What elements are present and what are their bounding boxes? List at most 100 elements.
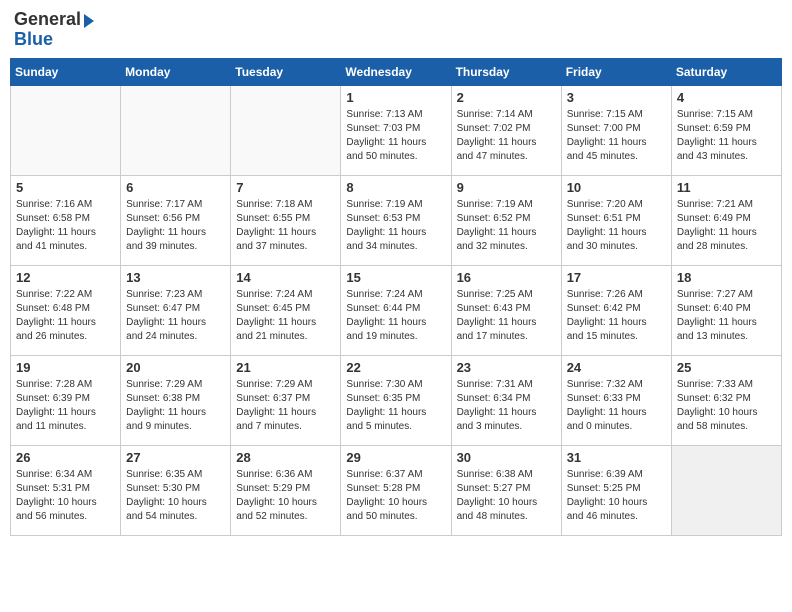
day-number: 22 (346, 360, 445, 375)
header-friday: Friday (561, 58, 671, 85)
logo-arrow-icon (84, 14, 94, 28)
calendar-cell: 16 Sunrise: 7:25 AM Sunset: 6:43 PM Dayli… (451, 265, 561, 355)
day-number: 23 (457, 360, 556, 375)
day-info: Sunrise: 7:24 AM Sunset: 6:44 PM Dayligh… (346, 288, 445, 344)
day-info: Sunrise: 6:37 AM Sunset: 5:28 PM Dayligh… (346, 468, 445, 524)
calendar-cell: 5Sunrise: 7:16 AM Sunset: 6:58 PM Daylig… (11, 175, 121, 265)
calendar-cell: 18 Sunrise: 7:27 AM Sunset: 6:40 PM Dayli… (671, 265, 781, 355)
calendar-cell: 23 Sunrise: 7:31 AM Sunset: 6:34 PM Dayli… (451, 355, 561, 445)
day-number: 18 (677, 270, 776, 285)
day-number: 30 (457, 450, 556, 465)
header-thursday: Thursday (451, 58, 561, 85)
day-info: Sunrise: 6:38 AM Sunset: 5:27 PM Dayligh… (457, 468, 556, 524)
calendar-cell: 25 Sunrise: 7:33 AM Sunset: 6:32 PM Dayli… (671, 355, 781, 445)
day-info: Sunrise: 7:15 AM Sunset: 7:00 PM Dayligh… (567, 108, 666, 164)
calendar-cell: 28 Sunrise: 6:36 AM Sunset: 5:29 PM Dayli… (231, 445, 341, 535)
calendar-cell: 7 Sunrise: 7:18 AM Sunset: 6:55 PM Daylig… (231, 175, 341, 265)
day-info: Sunrise: 7:18 AM Sunset: 6:55 PM Dayligh… (236, 198, 335, 254)
day-number: 19 (16, 360, 115, 375)
page-header: General Blue (10, 10, 782, 50)
day-info: Sunrise: 7:20 AM Sunset: 6:51 PM Dayligh… (567, 198, 666, 254)
day-info: Sunrise: 6:34 AM Sunset: 5:31 PM Dayligh… (16, 468, 115, 524)
day-number: 17 (567, 270, 666, 285)
calendar-cell: 11 Sunrise: 7:21 AM Sunset: 6:49 PM Dayli… (671, 175, 781, 265)
day-info: Sunrise: 7:24 AM Sunset: 6:45 PM Dayligh… (236, 288, 335, 344)
day-number: 12 (16, 270, 115, 285)
day-number: 16 (457, 270, 556, 285)
day-number: 4 (677, 90, 776, 105)
day-number: 3 (567, 90, 666, 105)
day-info: Sunrise: 7:19 AM Sunset: 6:52 PM Dayligh… (457, 198, 556, 254)
header-sunday: Sunday (11, 58, 121, 85)
day-number: 5 (16, 180, 115, 195)
calendar-cell: 9Sunrise: 7:19 AM Sunset: 6:52 PM Daylig… (451, 175, 561, 265)
day-number: 11 (677, 180, 776, 195)
week-row-3: 12Sunrise: 7:22 AM Sunset: 6:48 PM Dayli… (11, 265, 782, 355)
day-info: Sunrise: 7:23 AM Sunset: 6:47 PM Dayligh… (126, 288, 225, 344)
calendar-cell: 30 Sunrise: 6:38 AM Sunset: 5:27 PM Dayli… (451, 445, 561, 535)
day-info: Sunrise: 7:19 AM Sunset: 6:53 PM Dayligh… (346, 198, 445, 254)
day-number: 2 (457, 90, 556, 105)
day-number: 15 (346, 270, 445, 285)
day-info: Sunrise: 6:35 AM Sunset: 5:30 PM Dayligh… (126, 468, 225, 524)
logo-blue: Blue (14, 30, 94, 50)
day-number: 29 (346, 450, 445, 465)
day-info: Sunrise: 7:27 AM Sunset: 6:40 PM Dayligh… (677, 288, 776, 344)
calendar-cell: 21 Sunrise: 7:29 AM Sunset: 6:37 PM Dayli… (231, 355, 341, 445)
day-number: 7 (236, 180, 335, 195)
calendar-cell: 12Sunrise: 7:22 AM Sunset: 6:48 PM Dayli… (11, 265, 121, 355)
calendar-cell: 8 Sunrise: 7:19 AM Sunset: 6:53 PM Daylig… (341, 175, 451, 265)
day-number: 25 (677, 360, 776, 375)
day-number: 14 (236, 270, 335, 285)
day-info: Sunrise: 7:29 AM Sunset: 6:37 PM Dayligh… (236, 378, 335, 434)
day-number: 20 (126, 360, 225, 375)
calendar-cell: 3 Sunrise: 7:15 AM Sunset: 7:00 PM Daylig… (561, 85, 671, 175)
day-info: Sunrise: 7:15 AM Sunset: 6:59 PM Dayligh… (677, 108, 776, 164)
day-info: Sunrise: 7:21 AM Sunset: 6:49 PM Dayligh… (677, 198, 776, 254)
day-info: Sunrise: 7:33 AM Sunset: 6:32 PM Dayligh… (677, 378, 776, 434)
calendar-cell: 4 Sunrise: 7:15 AM Sunset: 6:59 PM Daylig… (671, 85, 781, 175)
header-tuesday: Tuesday (231, 58, 341, 85)
day-info: Sunrise: 7:31 AM Sunset: 6:34 PM Dayligh… (457, 378, 556, 434)
calendar-cell: 27 Sunrise: 6:35 AM Sunset: 5:30 PM Dayli… (121, 445, 231, 535)
week-row-1: 1 Sunrise: 7:13 AM Sunset: 7:03 PM Daylig… (11, 85, 782, 175)
day-info: Sunrise: 7:17 AM Sunset: 6:56 PM Dayligh… (126, 198, 225, 254)
day-number: 27 (126, 450, 225, 465)
calendar-cell: 20 Sunrise: 7:29 AM Sunset: 6:38 PM Dayli… (121, 355, 231, 445)
logo: General Blue (14, 10, 94, 50)
header-saturday: Saturday (671, 58, 781, 85)
calendar-cell: 13 Sunrise: 7:23 AM Sunset: 6:47 PM Dayli… (121, 265, 231, 355)
day-number: 8 (346, 180, 445, 195)
calendar-cell: 14 Sunrise: 7:24 AM Sunset: 6:45 PM Dayli… (231, 265, 341, 355)
calendar-cell: 24Sunrise: 7:32 AM Sunset: 6:33 PM Dayli… (561, 355, 671, 445)
day-info: Sunrise: 7:32 AM Sunset: 6:33 PM Dayligh… (567, 378, 666, 434)
day-info: Sunrise: 7:29 AM Sunset: 6:38 PM Dayligh… (126, 378, 225, 434)
day-info: Sunrise: 7:28 AM Sunset: 6:39 PM Dayligh… (16, 378, 115, 434)
day-number: 21 (236, 360, 335, 375)
day-info: Sunrise: 7:26 AM Sunset: 6:42 PM Dayligh… (567, 288, 666, 344)
calendar-cell: 26Sunrise: 6:34 AM Sunset: 5:31 PM Dayli… (11, 445, 121, 535)
day-number: 31 (567, 450, 666, 465)
day-info: Sunrise: 7:25 AM Sunset: 6:43 PM Dayligh… (457, 288, 556, 344)
day-number: 28 (236, 450, 335, 465)
day-number: 6 (126, 180, 225, 195)
calendar-cell: 29 Sunrise: 6:37 AM Sunset: 5:28 PM Dayli… (341, 445, 451, 535)
calendar-cell: 15 Sunrise: 7:24 AM Sunset: 6:44 PM Dayli… (341, 265, 451, 355)
calendar-cell: 2 Sunrise: 7:14 AM Sunset: 7:02 PM Daylig… (451, 85, 561, 175)
logo-general: General (14, 10, 81, 30)
calendar-cell: 1 Sunrise: 7:13 AM Sunset: 7:03 PM Daylig… (341, 85, 451, 175)
week-row-2: 5Sunrise: 7:16 AM Sunset: 6:58 PM Daylig… (11, 175, 782, 265)
calendar-cell: 10Sunrise: 7:20 AM Sunset: 6:51 PM Dayli… (561, 175, 671, 265)
day-info: Sunrise: 7:14 AM Sunset: 7:02 PM Dayligh… (457, 108, 556, 164)
calendar-cell: 19 Sunrise: 7:28 AM Sunset: 6:39 PM Dayli… (11, 355, 121, 445)
day-info: Sunrise: 6:36 AM Sunset: 5:29 PM Dayligh… (236, 468, 335, 524)
day-info: Sunrise: 7:13 AM Sunset: 7:03 PM Dayligh… (346, 108, 445, 164)
calendar-table: SundayMondayTuesdayWednesdayThursdayFrid… (10, 58, 782, 536)
day-number: 1 (346, 90, 445, 105)
calendar-cell (231, 85, 341, 175)
header-monday: Monday (121, 58, 231, 85)
calendar-cell (121, 85, 231, 175)
calendar-cell (11, 85, 121, 175)
day-info: Sunrise: 7:30 AM Sunset: 6:35 PM Dayligh… (346, 378, 445, 434)
day-number: 13 (126, 270, 225, 285)
